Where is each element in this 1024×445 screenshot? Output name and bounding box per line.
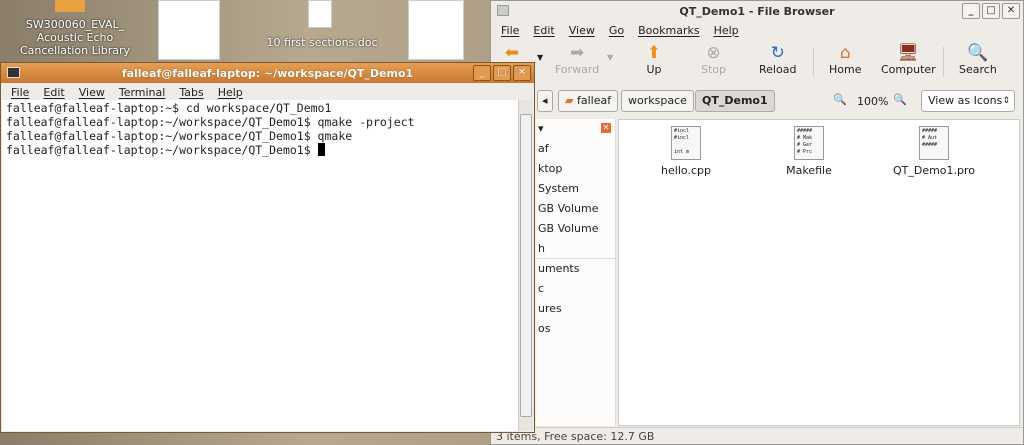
sidebar-item[interactable]: h (536, 239, 615, 259)
document-thumbnail[interactable] (408, 0, 464, 60)
sidebar-item[interactable]: GB Volume (536, 199, 615, 219)
document-thumbnail[interactable] (308, 0, 332, 28)
file-item[interactable]: ##### # Mak # Ger # Prc Makefile (764, 126, 854, 177)
scrollbar-thumb[interactable] (520, 114, 532, 417)
menu-bar: File Edit View Go Bookmarks Help (491, 21, 1023, 39)
menu-file[interactable]: File (501, 24, 519, 37)
minimize-button[interactable]: _ (473, 65, 491, 81)
menu-view[interactable]: View (79, 86, 105, 99)
menu-bar: File Edit View Terminal Tabs Help (1, 83, 534, 101)
close-button[interactable]: ✕ (1002, 3, 1020, 19)
title-bar[interactable]: QT_Demo1 - File Browser _ □ ✕ (491, 1, 1023, 21)
sidebar-header: ▾ ✕ (538, 122, 611, 135)
menu-view[interactable]: View (569, 24, 595, 37)
arrow-right-icon: ➡ (570, 43, 585, 63)
cursor (317, 143, 325, 156)
zoom-in-icon[interactable]: 🔍 (893, 93, 907, 106)
text-file-icon: ##### # Mak # Ger # Prc (794, 126, 824, 160)
scrollbar[interactable] (518, 100, 533, 431)
sidebar-item[interactable]: uments (536, 259, 615, 279)
close-button[interactable]: ✕ (513, 65, 531, 81)
sidebar-item[interactable]: ktop (536, 159, 615, 179)
up-button[interactable]: ⬆ Up (643, 43, 665, 76)
desktop-icon-label: SW300060_EVAL_ Acoustic Echo Cancellatio… (19, 18, 131, 57)
menu-edit[interactable]: Edit (43, 86, 64, 99)
window-title: falleaf@falleaf-laptop: ~/workspace/QT_D… (121, 66, 414, 80)
back-dropdown-icon[interactable]: ▼ (537, 53, 543, 62)
terminal-line: falleaf@falleaf-laptop:~/workspace/QT_De… (6, 129, 353, 143)
sidebar-item[interactable]: c (536, 279, 615, 299)
file-view: #incl #incl int m hello.cpp ##### # Mak #… (618, 119, 1020, 426)
zoom-out-icon[interactable]: 🔍 (833, 93, 847, 106)
reload-button[interactable]: ↻ Reload (759, 43, 796, 76)
sidebar-item[interactable]: af (536, 139, 615, 159)
toolbar-separator (813, 47, 814, 77)
menu-help[interactable]: Help (714, 24, 739, 37)
file-item[interactable]: ##### # Aut ##### QT_Demo1.pro (889, 126, 979, 177)
menu-tabs[interactable]: Tabs (179, 86, 203, 99)
terminal-icon (7, 67, 20, 78)
menu-edit[interactable]: Edit (533, 24, 554, 37)
breadcrumb-qt-demo1[interactable]: QT_Demo1 (695, 90, 775, 112)
stop-button[interactable]: ⊗ Stop (701, 43, 726, 76)
search-button[interactable]: 🔍 Search (959, 43, 997, 76)
file-item[interactable]: #incl #incl int m hello.cpp (641, 126, 731, 177)
location-bar: ◂ ▰ falleaf workspace QT_Demo1 🔍 100% 🔍 … (491, 88, 1023, 114)
sidebar-item[interactable]: GB Volume (536, 219, 615, 239)
zoom-level: 100% (857, 95, 889, 108)
menu-go[interactable]: Go (609, 24, 624, 37)
forward-dropdown-icon[interactable]: ▼ (607, 53, 613, 62)
sidebar-item[interactable]: ures (536, 299, 615, 319)
sidebar-item[interactable]: System (536, 179, 615, 199)
maximize-button[interactable]: □ (493, 65, 511, 81)
sidebar: ▾ ✕ af ktop System GB Volume GB Volume h … (536, 119, 616, 426)
document-thumbnail[interactable] (158, 0, 220, 60)
forward-button[interactable]: ➡ Forward (555, 43, 599, 76)
breadcrumb-workspace[interactable]: workspace (621, 90, 694, 112)
arrow-up-icon: ⬆ (646, 43, 662, 63)
breadcrumb-falleaf[interactable]: ▰ falleaf (558, 90, 619, 112)
menu-file[interactable]: File (11, 86, 29, 99)
spinner-icon: ⇕ (1002, 96, 1010, 106)
computer-button[interactable]: 🖥 Computer (881, 43, 936, 76)
back-button[interactable]: ⬅ (501, 43, 523, 63)
reload-icon: ↻ (770, 43, 785, 63)
terminal-line: falleaf@falleaf-laptop:~/workspace/QT_De… (6, 115, 415, 129)
status-bar: 3 items, Free space: 12.7 GB (491, 427, 1023, 444)
terminal-line: falleaf@falleaf-laptop:~$ cd workspace/Q… (6, 101, 332, 115)
window-title: QT_Demo1 - File Browser (679, 4, 835, 18)
home-icon: ⌂ (839, 43, 851, 63)
file-browser-window: QT_Demo1 - File Browser _ □ ✕ File Edit Vi… (490, 0, 1024, 445)
folder-icon (55, 0, 85, 12)
close-sidebar-icon[interactable]: ✕ (601, 123, 611, 133)
title-bar[interactable]: falleaf@falleaf-laptop: ~/workspace/QT_D… (1, 63, 534, 83)
window-icon (497, 5, 509, 16)
breadcrumb-scroll-left[interactable]: ◂ (537, 90, 553, 112)
arrow-left-icon: ⬅ (504, 43, 520, 63)
terminal-screen[interactable]: falleaf@falleaf-laptop:~$ cd workspace/Q… (2, 100, 518, 431)
home-button[interactable]: ⌂ Home (829, 43, 861, 76)
home-folder-icon: ▰ (565, 94, 577, 107)
terminal-window: falleaf@falleaf-laptop: ~/workspace/QT_D… (0, 62, 535, 433)
search-icon: 🔍 (967, 43, 989, 63)
sidebar-item[interactable]: os (536, 319, 615, 339)
computer-icon: 🖥 (897, 43, 920, 63)
desktop-icon-label[interactable]: 10 first sections.doc (262, 36, 382, 49)
toolbar: ⬅ ▼ ➡ Forward ▼ ⬆ Up ⊗ Stop ↻ Reload ⌂ Home 🖥… (491, 39, 1023, 85)
stop-icon: ⊗ (706, 43, 721, 63)
text-file-icon: ##### # Aut ##### (919, 126, 949, 160)
view-mode-select[interactable]: View as Icons ⇕ (921, 90, 1015, 112)
menu-terminal[interactable]: Terminal (119, 86, 166, 99)
minimize-button[interactable]: _ (962, 3, 980, 19)
terminal-line: falleaf@falleaf-laptop:~/workspace/QT_De… (6, 143, 318, 157)
maximize-button[interactable]: □ (982, 3, 1000, 19)
text-file-icon: #incl #incl int m (671, 126, 701, 160)
menu-bookmarks[interactable]: Bookmarks (638, 24, 699, 37)
menu-help[interactable]: Help (218, 86, 243, 99)
toolbar-separator (943, 47, 944, 77)
